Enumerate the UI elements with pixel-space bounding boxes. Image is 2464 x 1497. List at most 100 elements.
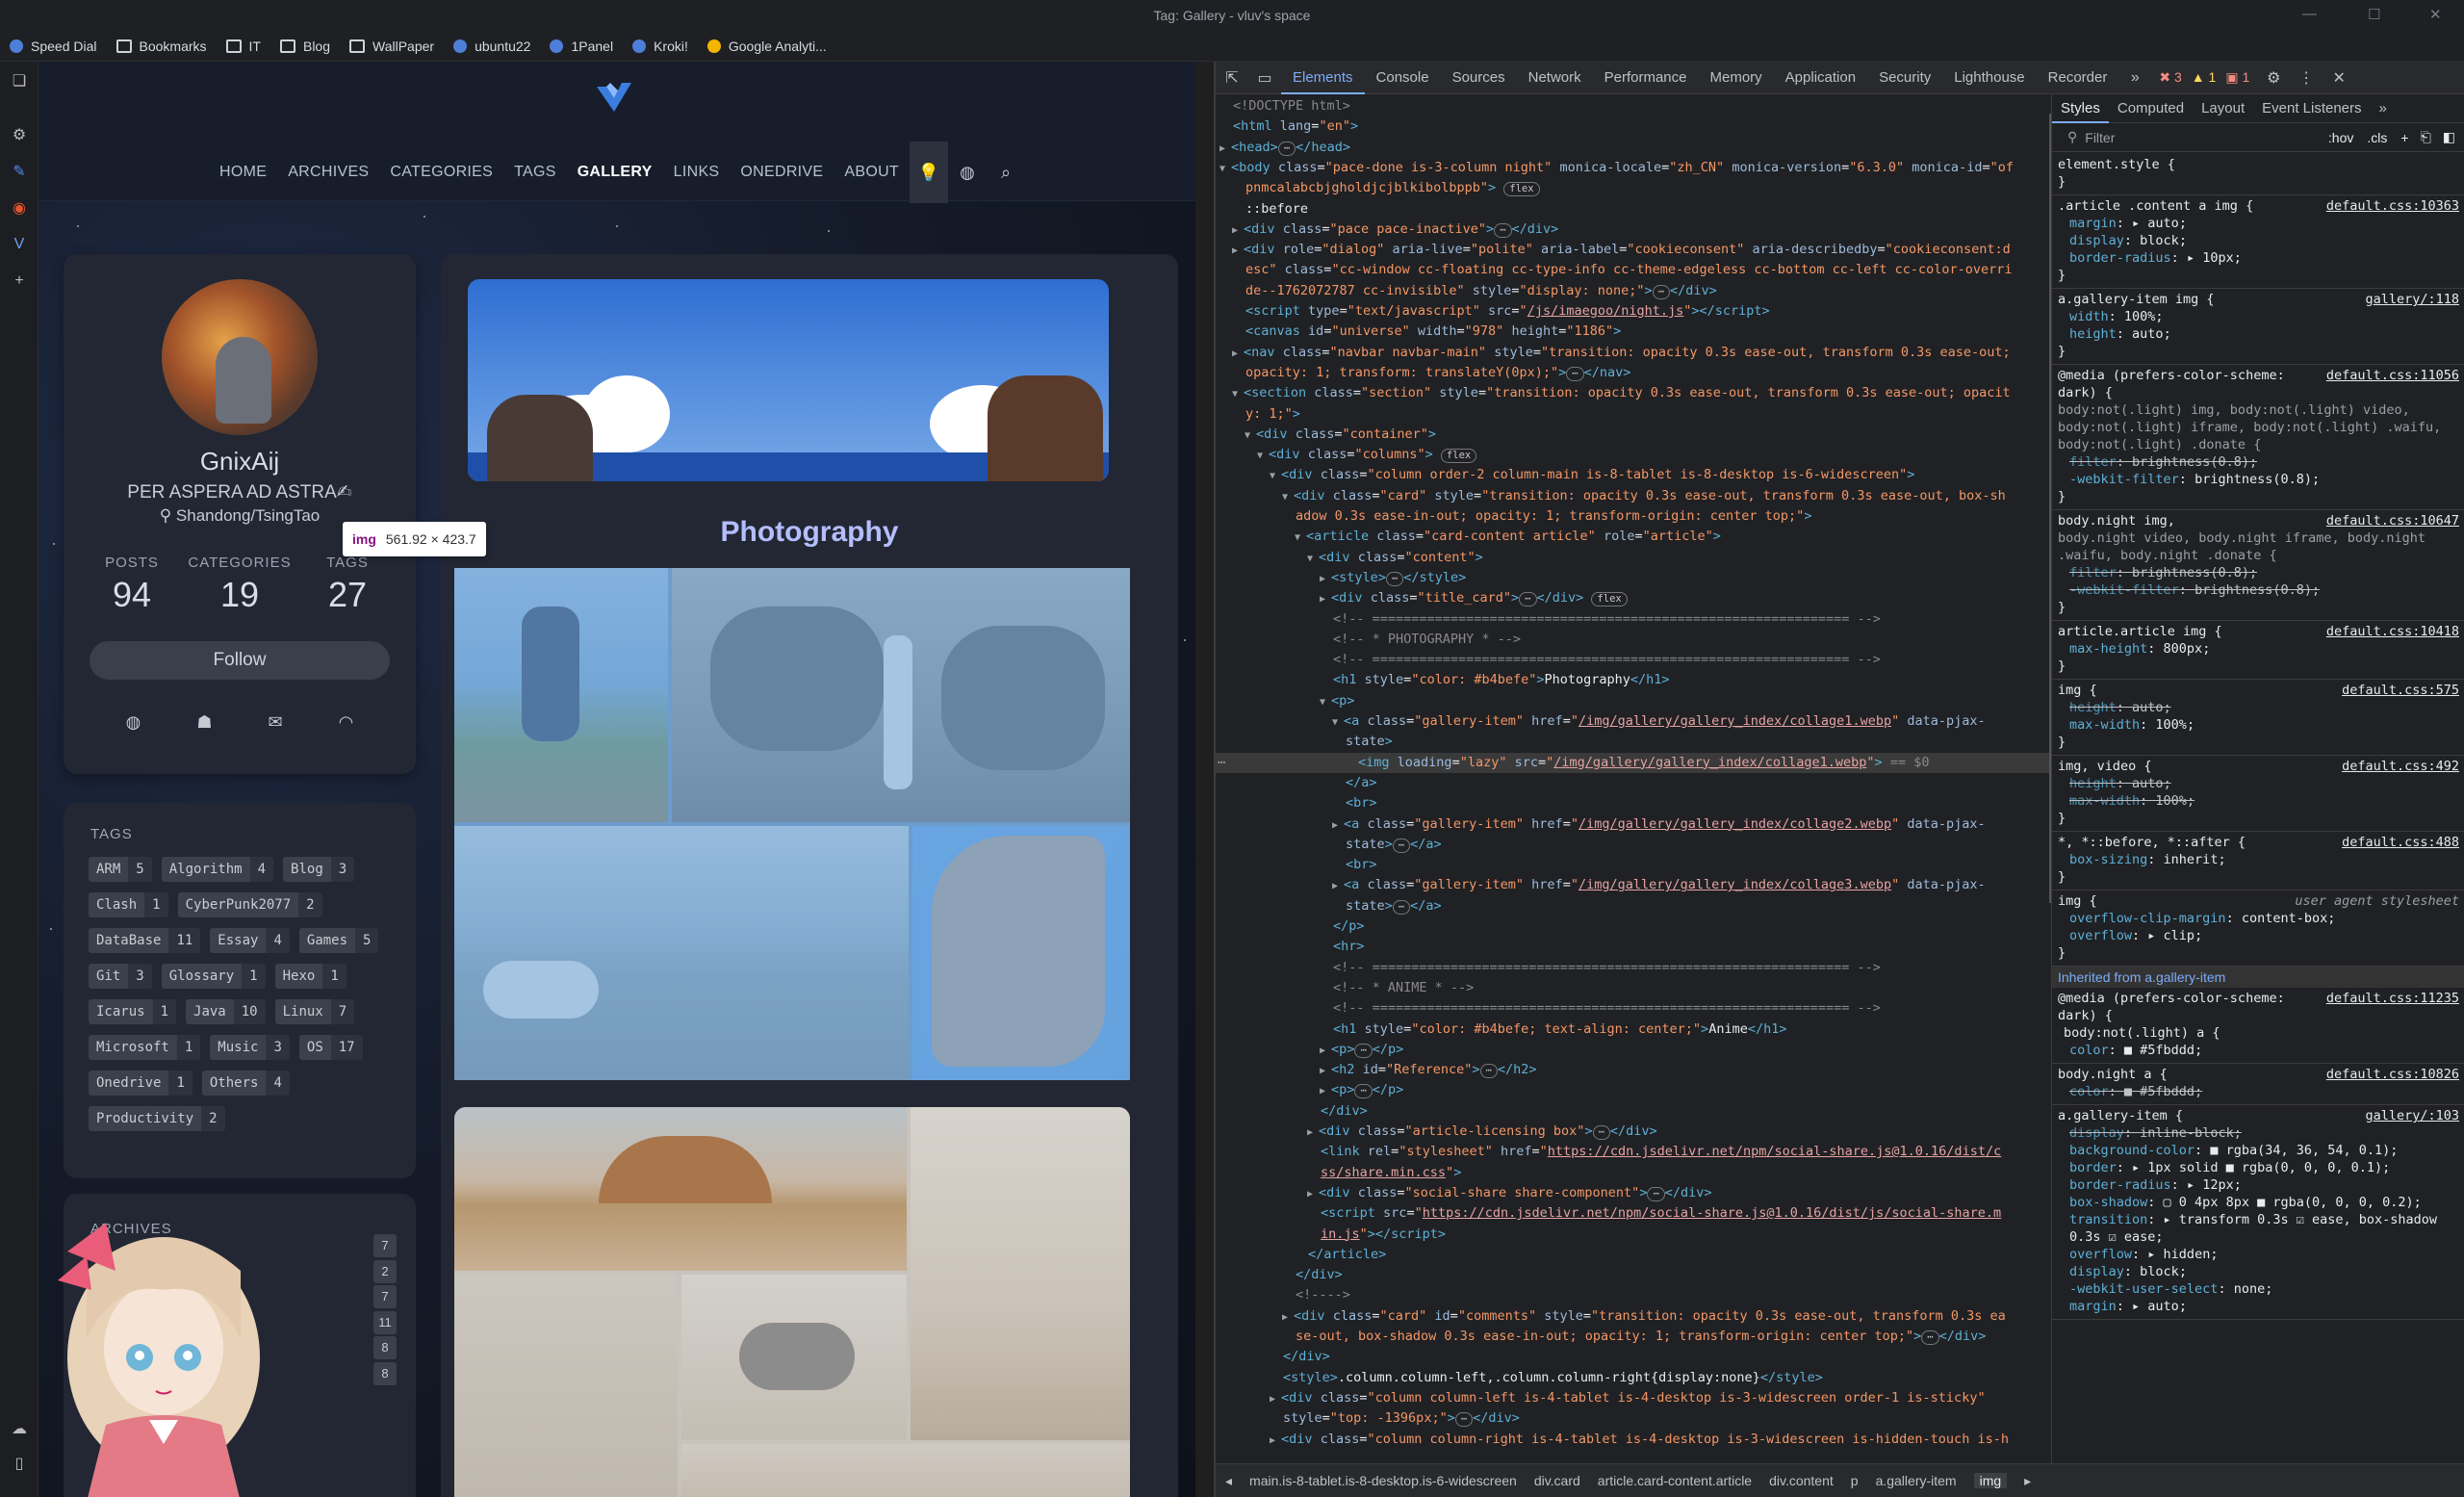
archive-count[interactable]: 7 <box>373 1285 397 1308</box>
css-declaration[interactable]: max-height: 800px; <box>2058 640 2459 658</box>
dom-node-line[interactable]: ▼ <a class="gallery-item" href="/img/gal… <box>1216 711 2049 732</box>
css-declaration[interactable]: filter: brightness(0.8); <box>2058 564 2459 581</box>
device-toolbar-icon[interactable]: ▭ <box>1248 62 1281 94</box>
css-declaration[interactable]: display: inline-block; <box>2058 1124 2459 1142</box>
maximize-icon[interactable]: ☐ <box>2368 6 2380 23</box>
css-source-link[interactable]: gallery/:103 <box>2365 1107 2459 1124</box>
dom-node-line[interactable]: ▶ <a class="gallery-item" href="/img/gal… <box>1216 814 2049 835</box>
dom-node-line[interactable]: de--1762072787 cc-invisible" style="disp… <box>1216 281 2049 301</box>
css-source-link[interactable]: gallery/:118 <box>2365 291 2459 308</box>
nav-onedrive[interactable]: ONEDRIVE <box>730 158 834 187</box>
styles-tab-computed[interactable]: Computed <box>2109 94 2193 123</box>
css-source-link[interactable]: default.css:575 <box>2342 682 2459 699</box>
css-rule[interactable]: @media (prefers-color-scheme: dark) {def… <box>2052 365 2464 510</box>
devtools-tab-lighthouse[interactable]: Lighthouse <box>1942 62 2036 94</box>
follow-button[interactable]: Follow <box>90 641 390 680</box>
qq-icon[interactable]: ☗ <box>196 712 212 733</box>
dom-node-line[interactable]: state> ⋯ </a> <box>1216 896 2049 916</box>
css-declaration[interactable]: overflow: ▸ hidden; <box>2058 1246 2459 1263</box>
trash-icon[interactable]: ▯ <box>10 1454 29 1473</box>
expand-toggle-icon[interactable]: ▼ <box>1295 532 1306 543</box>
dom-node-line[interactable]: ▶ <div class="title_card"> ⋯ </div> flex <box>1216 588 2049 608</box>
nav-home[interactable]: HOME <box>209 158 277 187</box>
css-rule[interactable]: article.article img {default.css:10418 ma… <box>2052 621 2464 680</box>
css-declaration[interactable]: height: auto; <box>2058 699 2459 716</box>
bookmark-item[interactable]: Bookmarks <box>116 39 207 54</box>
cls-toggle[interactable]: .cls <box>2367 130 2387 145</box>
expand-toggle-icon[interactable]: ▶ <box>1320 574 1331 584</box>
nav-archives[interactable]: ARCHIVES <box>277 158 379 187</box>
stat-categories[interactable]: CATEGORIES 19 <box>187 555 293 615</box>
expand-toggle-icon[interactable]: ▶ <box>1332 820 1344 831</box>
css-rule[interactable]: body.night img, default.css:10647 body.nig… <box>2052 510 2464 621</box>
search-icon[interactable]: ⌕ <box>987 142 1025 203</box>
expand-toggle-icon[interactable]: ▶ <box>1320 594 1331 605</box>
cloud-icon[interactable]: ☁ <box>10 1419 29 1438</box>
dom-node-line[interactable]: ▶ <div role="dialog" aria-live="polite" … <box>1216 240 2049 260</box>
dom-node-line[interactable]: <h1 style="color: #b4befe">Photography</… <box>1216 670 2049 690</box>
breadcrumb-item[interactable]: a.gallery-item <box>1876 1473 1957 1488</box>
dom-node-line[interactable]: ▶ <div class="card" id="comments" style=… <box>1216 1306 2049 1327</box>
expand-toggle-icon[interactable]: ▶ <box>1307 1189 1319 1200</box>
bookmark-item[interactable]: Google Analyti... <box>706 39 827 54</box>
css-source-link[interactable]: default.css:488 <box>2342 834 2459 851</box>
dom-node-line[interactable]: esc" class="cc-window cc-floating cc-typ… <box>1216 260 2049 280</box>
dom-node-line[interactable]: <!----> <box>1216 1285 2049 1305</box>
expand-toggle-icon[interactable]: ▼ <box>1282 492 1294 503</box>
css-rule[interactable]: @media (prefers-color-scheme: dark) {def… <box>2052 988 2464 1064</box>
hov-toggle[interactable]: :hov <box>2328 130 2353 145</box>
css-declaration[interactable]: margin: ▸ auto; <box>2058 215 2459 232</box>
devtools-tab-application[interactable]: Application <box>1774 62 1867 94</box>
css-source-link[interactable]: default.css:10363 <box>2326 197 2459 215</box>
css-declaration[interactable]: -webkit-filter: brightness(0.8); <box>2058 581 2459 599</box>
archive-count[interactable]: 8 <box>373 1336 397 1359</box>
dom-node-line[interactable]: <hr> <box>1216 937 2049 957</box>
dom-node-line[interactable]: ▶ <p> ⋯ </p> <box>1216 1040 2049 1060</box>
breadcrumb-item[interactable]: div.content <box>1769 1473 1834 1488</box>
dom-node-line[interactable]: <html lang="en"> <box>1216 116 2049 137</box>
css-source-link[interactable]: default.css:10647 <box>2326 512 2459 529</box>
github-icon[interactable]: ◍ <box>948 142 987 203</box>
tag-item[interactable]: Linux 7 <box>274 999 355 1024</box>
dom-node-line[interactable]: <canvas id="universe" width="978" height… <box>1216 322 2049 342</box>
css-rule[interactable]: img {default.css:575 height: auto; max-wid… <box>2052 680 2464 756</box>
dom-node-line[interactable]: ▼ <div class="content"> <box>1216 548 2049 568</box>
expand-toggle-icon[interactable]: ▼ <box>1219 164 1231 174</box>
computed-styles-icon[interactable]: ⎗ <box>2421 129 2431 145</box>
css-source-link[interactable]: default.css:11056 <box>2326 367 2459 384</box>
expand-toggle-icon[interactable]: ▶ <box>1320 1045 1331 1056</box>
tag-item[interactable]: Microsoft 1 <box>89 1035 201 1060</box>
dom-node-line[interactable]: ▶ <h2 id="Reference"> ⋯ </h2> <box>1216 1060 2049 1080</box>
chrome-icon[interactable]: ◉ <box>10 198 29 218</box>
css-declaration[interactable]: border-radius: ▸ 10px; <box>2058 249 2459 267</box>
tag-item[interactable]: Glossary 1 <box>161 964 266 989</box>
dom-node-line[interactable]: ▶ <head> ⋯ </head> <box>1216 138 2049 158</box>
css-declaration[interactable]: max-width: 100%; <box>2058 716 2459 734</box>
dom-node-line[interactable]: <!DOCTYPE html> <box>1216 96 2049 116</box>
dom-node-line[interactable]: opacity: 1; transform: translateY(0px);"… <box>1216 363 2049 383</box>
gallery-collage-1[interactable] <box>454 568 1130 1080</box>
css-rule[interactable]: .article .content a img {default.css:103… <box>2052 195 2464 289</box>
dom-node-line[interactable]: </div> <box>1216 1347 2049 1367</box>
dom-node-line[interactable]: ▶ <div class="pace pace-inactive"> ⋯ </div… <box>1216 219 2049 240</box>
expand-toggle-icon[interactable]: ▶ <box>1232 348 1244 359</box>
dom-node-line[interactable]: ▼ <p> <box>1216 691 2049 711</box>
css-source-link[interactable]: default.css:10826 <box>2326 1066 2459 1083</box>
css-declaration[interactable]: width: 100%; <box>2058 308 2459 325</box>
devtools-splitter[interactable] <box>1195 62 1215 1497</box>
nav-tags[interactable]: TAGS <box>503 158 567 187</box>
dom-node-line[interactable]: <h1 style="color: #b4befe; text-align: c… <box>1216 1020 2049 1040</box>
expand-toggle-icon[interactable]: ▼ <box>1270 471 1281 481</box>
expand-toggle-icon[interactable]: ▶ <box>1320 1066 1331 1076</box>
dom-node-line[interactable]: ▶ <a class="gallery-item" href="/img/gal… <box>1216 875 2049 895</box>
archive-count[interactable]: 2 <box>373 1259 397 1283</box>
styles-tab-styles[interactable]: Styles <box>2052 94 2109 123</box>
expand-toggle-icon[interactable]: ▶ <box>1307 1127 1319 1138</box>
sidebar-toggle-icon[interactable]: ◧ <box>2443 129 2455 145</box>
css-declaration[interactable]: filter: brightness(0.8); <box>2058 453 2459 471</box>
css-declaration[interactable]: -webkit-user-select: none; <box>2058 1280 2459 1298</box>
expand-toggle-icon[interactable]: ▶ <box>1270 1435 1281 1446</box>
css-declaration[interactable]: transition: ▸ transform 0.3s ☑ ease, box… <box>2058 1211 2459 1246</box>
bookmark-item[interactable]: Blog <box>279 39 330 54</box>
styles-filter-input[interactable]: Filter <box>2085 130 2328 145</box>
